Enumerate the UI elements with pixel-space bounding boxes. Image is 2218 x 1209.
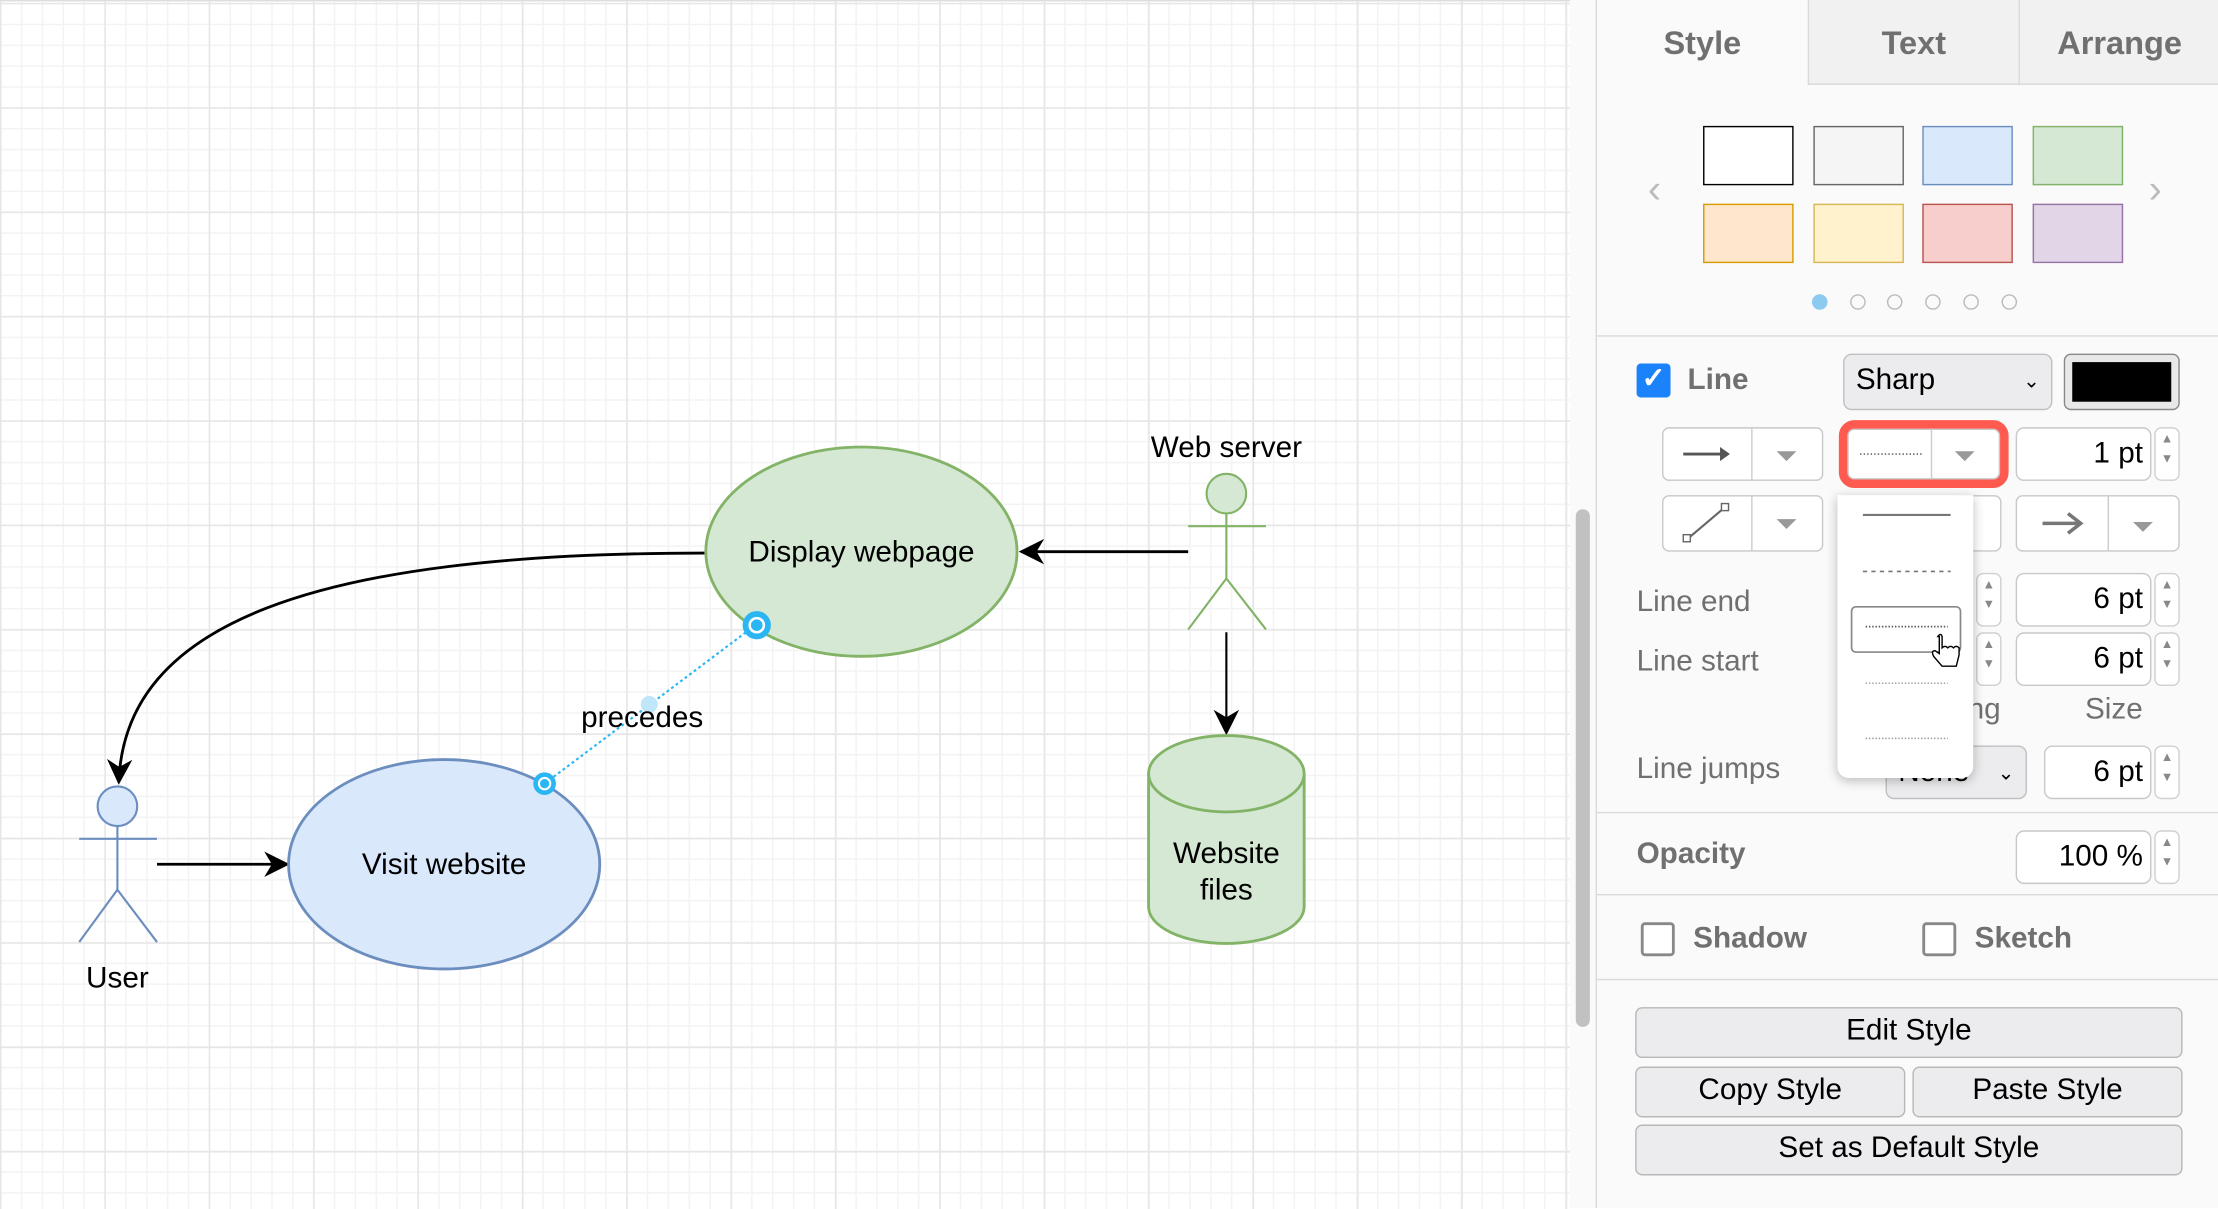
caret-down-icon (1776, 519, 1797, 530)
line-jumps-label: Line jumps (1636, 752, 1781, 786)
format-panel: Style Text Arrange ‹ › ✓ Line Sharp ⌄ 1 p… (1595, 0, 2218, 1208)
pattern-option-dotted[interactable] (1850, 605, 1962, 653)
edge-user-curve[interactable] (106, 551, 705, 785)
swatch-page-dot[interactable] (1925, 294, 1941, 310)
chevron-down-icon: ⌄ (1997, 761, 2015, 784)
diagram-canvas[interactable]: Display webpage Visit website Website fi… (0, 0, 1571, 1209)
line-start-label: Line start (1636, 645, 1759, 678)
color-swatch[interactable] (1922, 125, 2013, 186)
sketch-label: Sketch (1974, 922, 2073, 955)
line-color-button[interactable] (2063, 353, 2180, 411)
chevron-down-icon: ⌄ (2023, 369, 2040, 392)
size-label: Size (2084, 693, 2143, 726)
swatch-page-dot[interactable] (1811, 294, 1828, 310)
sketch-checkbox[interactable] (1922, 922, 1957, 957)
edge-handle-end[interactable] (742, 611, 771, 640)
color-swatch[interactable] (1922, 203, 2013, 264)
dotted-line-icon (1860, 453, 1923, 455)
line-width-input[interactable]: 1 pt (2015, 427, 2152, 481)
webserver-label: Web server (1151, 431, 1302, 464)
tab-text[interactable]: Text (1807, 0, 2019, 85)
user-actor[interactable] (78, 785, 158, 943)
swatch-page-dot[interactable] (2000, 294, 2017, 310)
line-end-label: Line end (1636, 585, 1751, 619)
website-files-label-2: files (1200, 874, 1253, 907)
chevron-right-icon[interactable]: › (2149, 167, 2162, 212)
opacity-label: Opacity (1636, 837, 1746, 870)
line-jumps-size-stepper[interactable]: ▲ ▼ (2154, 745, 2180, 800)
chevron-left-icon[interactable]: ‹ (1648, 167, 1661, 212)
shadow-label: Shadow (1693, 922, 1808, 955)
swatch-page-dot[interactable] (1963, 294, 1979, 310)
swatch-page-dot[interactable] (1849, 294, 1866, 310)
pattern-option-solid[interactable] (1837, 495, 1973, 546)
line-end-size-stepper[interactable]: ▲ ▼ (2154, 572, 2180, 627)
color-swatch[interactable] (2031, 125, 2123, 186)
caret-down-icon (1954, 451, 1975, 462)
paste-style-button[interactable]: Paste Style (1912, 1066, 2183, 1118)
tab-style[interactable]: Style (1597, 0, 1808, 85)
line-jumps-size-input[interactable]: 6 pt (2043, 745, 2152, 800)
line-style-select[interactable]: Sharp ⌄ (1843, 353, 2053, 411)
color-swatch[interactable] (1703, 203, 1794, 264)
edge-handle-start[interactable] (533, 772, 556, 795)
tab-arrange[interactable]: Arrange (2018, 0, 2218, 85)
arrow-right-icon (1683, 446, 1730, 462)
caret-down-icon (2133, 521, 2153, 532)
line-start-spacing-stepper[interactable]: ▲ ▼ (1976, 632, 2002, 687)
line-pattern-button[interactable] (1838, 420, 2009, 489)
color-swatch[interactable] (2031, 203, 2123, 264)
opacity-input[interactable]: 100 % (2015, 830, 2152, 885)
caret-down-icon (1776, 451, 1797, 462)
opacity-stepper[interactable]: ▲ ▼ (2154, 830, 2180, 885)
edge-label-precedes[interactable]: precedes (581, 701, 703, 734)
line-width-stepper[interactable]: ▲ ▼ (2154, 427, 2180, 481)
visit-website-label: Visit website (362, 848, 526, 881)
swatch-page-dot[interactable] (1887, 294, 1904, 310)
line-color-swatch (2072, 362, 2172, 402)
scrollbar-thumb[interactable] (1575, 509, 1590, 1027)
line-label: Line (1687, 363, 1749, 397)
arrow-right-icon (2042, 512, 2084, 535)
shadow-checkbox[interactable] (1640, 922, 1675, 957)
edit-style-button[interactable]: Edit Style (1635, 1007, 2183, 1059)
line-pattern-dropdown (1837, 495, 1974, 778)
line-start-size-input[interactable]: 6 pt (2015, 632, 2152, 687)
straight-waypoint-icon (1682, 502, 1730, 543)
color-swatch[interactable] (1703, 125, 1794, 186)
display-webpage-label: Display webpage (748, 536, 974, 569)
set-default-style-button[interactable]: Set as Default Style (1635, 1124, 2183, 1176)
line-end-size-input[interactable]: 6 pt (2015, 572, 2152, 627)
connection-style-button[interactable] (1662, 427, 1824, 481)
color-swatch[interactable] (1812, 203, 1904, 264)
line-checkbox[interactable]: ✓ (1636, 363, 1671, 398)
line-end-arrow-button[interactable] (2015, 495, 2180, 552)
color-swatch[interactable] (1812, 125, 1904, 186)
webserver-actor[interactable] (1187, 472, 1267, 631)
diagram: Display webpage Visit website Website fi… (78, 431, 1306, 994)
line-style-value: Sharp (1855, 363, 1936, 397)
waypoints-button[interactable] (1662, 495, 1824, 552)
pattern-options (1837, 495, 1973, 740)
line-start-size-stepper[interactable]: ▲ ▼ (2154, 632, 2180, 687)
user-label: User (86, 961, 149, 994)
copy-style-button[interactable]: Copy Style (1635, 1066, 1906, 1118)
website-files-label-1: Website (1173, 837, 1280, 870)
line-end-spacing-stepper[interactable]: ▲ ▼ (1976, 572, 2002, 627)
